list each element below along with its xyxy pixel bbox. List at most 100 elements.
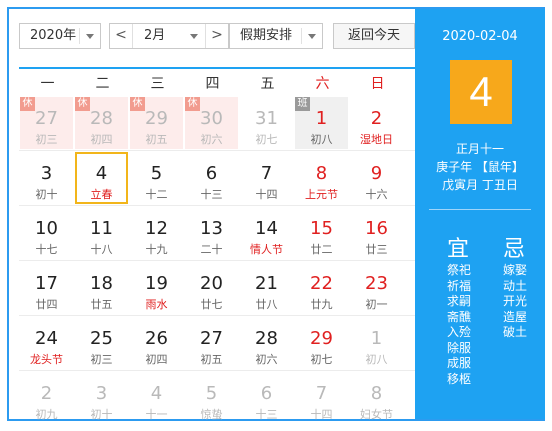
day-cell[interactable]: 5 惊蛰 xyxy=(185,372,238,424)
day-cell[interactable]: 3 初十 xyxy=(75,372,128,424)
lunar-label: 初四 xyxy=(90,133,113,146)
yi-item: 成服 xyxy=(447,356,472,370)
day-cell[interactable]: 23 初一 xyxy=(350,262,403,314)
day-cell[interactable]: 9 十六 xyxy=(350,152,403,204)
yi-item: 入殓 xyxy=(447,325,472,339)
day-cell[interactable]: 28 初六 xyxy=(240,317,293,369)
lunar-label: 初八 xyxy=(365,353,388,366)
chevron-down-icon xyxy=(308,34,316,39)
day-cell[interactable]: 班 1 初八 xyxy=(295,97,348,149)
lunar-label: 廿七 xyxy=(200,298,223,311)
day-number: 17 xyxy=(35,273,58,294)
day-number: 7 xyxy=(260,163,273,184)
day-cell[interactable]: 21 廿八 xyxy=(240,262,293,314)
month-select-value[interactable]: 2月 xyxy=(144,24,165,48)
day-number: 13 xyxy=(200,218,223,239)
day-number: 6 xyxy=(260,383,273,404)
chevron-down-icon xyxy=(86,34,94,39)
day-cell[interactable]: 13 二十 xyxy=(185,207,238,259)
ji-item: 造屋 xyxy=(503,309,528,324)
weekday-label: 五 xyxy=(260,76,275,92)
day-number: 7 xyxy=(315,383,328,404)
lunar-label: 廿九 xyxy=(310,298,333,311)
lunar-label: 上元节 xyxy=(305,188,338,201)
day-number: 14 xyxy=(255,218,278,239)
day-cell[interactable]: 27 初五 xyxy=(185,317,238,369)
day-number: 9 xyxy=(370,163,383,184)
yi-item: 除服 xyxy=(447,340,472,355)
day-cell[interactable]: 18 廿五 xyxy=(75,262,128,314)
lunar-label: 初五 xyxy=(145,133,168,146)
day-cell[interactable]: 22 廿九 xyxy=(295,262,348,314)
day-cell[interactable]: 7 十四 xyxy=(295,372,348,424)
day-cell[interactable]: 6 十三 xyxy=(240,372,293,424)
year-select[interactable]: 2020年 xyxy=(19,23,101,49)
day-cell[interactable]: 16 廿三 xyxy=(350,207,403,259)
day-cell[interactable]: 休 29 初五 xyxy=(130,97,183,149)
day-number: 1 xyxy=(370,328,383,349)
day-cell[interactable]: 20 廿七 xyxy=(185,262,238,314)
day-number: 30 xyxy=(200,108,223,129)
chevron-right-icon: > xyxy=(211,27,223,43)
ji-item: 动土 xyxy=(503,278,528,293)
day-cell[interactable]: 2 初九 xyxy=(20,372,73,424)
lunar-label: 初三 xyxy=(90,353,113,366)
day-cell[interactable]: 31 初七 xyxy=(240,97,293,149)
day-cell[interactable]: 休 27 初三 xyxy=(20,97,73,149)
day-cell[interactable]: 15 廿二 xyxy=(295,207,348,259)
day-number: 8 xyxy=(370,383,383,404)
yi-item: 斋醮 xyxy=(447,309,472,324)
day-cell[interactable]: 10 十七 xyxy=(20,207,73,259)
back-to-today-button[interactable]: 返回今天 xyxy=(333,23,415,49)
day-cell[interactable]: 12 十九 xyxy=(130,207,183,259)
day-cell[interactable]: 26 初四 xyxy=(130,317,183,369)
day-number: 5 xyxy=(205,383,218,404)
day-cell[interactable]: 24 龙头节 xyxy=(20,317,73,369)
day-cell[interactable]: 11 十八 xyxy=(75,207,128,259)
lunar-label: 十四 xyxy=(310,408,333,421)
lunar-label: 初六 xyxy=(200,133,223,146)
day-cell[interactable]: 19 雨水 xyxy=(130,262,183,314)
day-cell[interactable]: 5 十二 xyxy=(130,152,183,204)
lunar-label: 初一 xyxy=(365,298,388,311)
day-number: 8 xyxy=(315,163,328,184)
day-cell[interactable]: 25 初三 xyxy=(75,317,128,369)
chevron-down-icon[interactable] xyxy=(190,34,198,39)
day-cell[interactable]: 2 湿地日 xyxy=(350,97,403,149)
day-cell[interactable]: 4 十一 xyxy=(130,372,183,424)
day-cell[interactable]: 8 上元节 xyxy=(295,152,348,204)
lunar-label: 雨水 xyxy=(145,298,168,311)
day-cell[interactable]: 14 情人节 xyxy=(240,207,293,259)
day-cell[interactable]: 1 初八 xyxy=(350,317,403,369)
day-cell[interactable]: 3 初十 xyxy=(20,152,73,204)
holiday-select[interactable]: 假期安排 xyxy=(229,23,323,49)
day-cell[interactable]: 休 28 初四 xyxy=(75,97,128,149)
next-month-button[interactable]: > xyxy=(205,24,228,48)
day-cell[interactable]: 29 初七 xyxy=(295,317,348,369)
day-number: 18 xyxy=(90,273,113,294)
day-cell[interactable]: 7 十四 xyxy=(240,152,293,204)
lunar-label: 十七 xyxy=(35,243,58,256)
day-number: 25 xyxy=(90,328,113,349)
lunar-label: 惊蛰 xyxy=(200,408,223,421)
day-cell[interactable]: 6 十三 xyxy=(185,152,238,204)
weekday-label: 三 xyxy=(150,76,165,92)
ji-list: 嫁娶 动土 开光 造屋 破土 xyxy=(503,263,527,341)
prev-month-button[interactable]: < xyxy=(110,24,133,48)
calendar-main: 2020年 < 2月 > 假期安排 返回今天 一二三四五六日 休 27 初三休 28 初… xyxy=(11,11,415,421)
lunar-label: 廿五 xyxy=(90,298,113,311)
day-cell[interactable]: 8 妇女节 xyxy=(350,372,403,424)
yi-item: 移柩 xyxy=(447,371,472,386)
day-cell[interactable]: 17 廿四 xyxy=(20,262,73,314)
day-cell-selected[interactable]: 4 立春 xyxy=(75,152,128,204)
weekday-label: 六 xyxy=(315,76,330,92)
day-number: 15 xyxy=(310,218,333,239)
day-number: 24 xyxy=(35,328,58,349)
day-cell[interactable]: 休 30 初六 xyxy=(185,97,238,149)
lunar-label: 湿地日 xyxy=(360,133,393,146)
lunar-label: 十一 xyxy=(145,408,168,421)
lunar-label: 初九 xyxy=(35,408,58,421)
day-detail-panel: 2020-02-04 4 正月十一 庚子年 【鼠年】 戊寅月 丁丑日 宜 忌 祭… xyxy=(415,9,545,419)
lunar-label: 龙头节 xyxy=(30,353,63,366)
yi-item: 祈福 xyxy=(447,278,472,293)
